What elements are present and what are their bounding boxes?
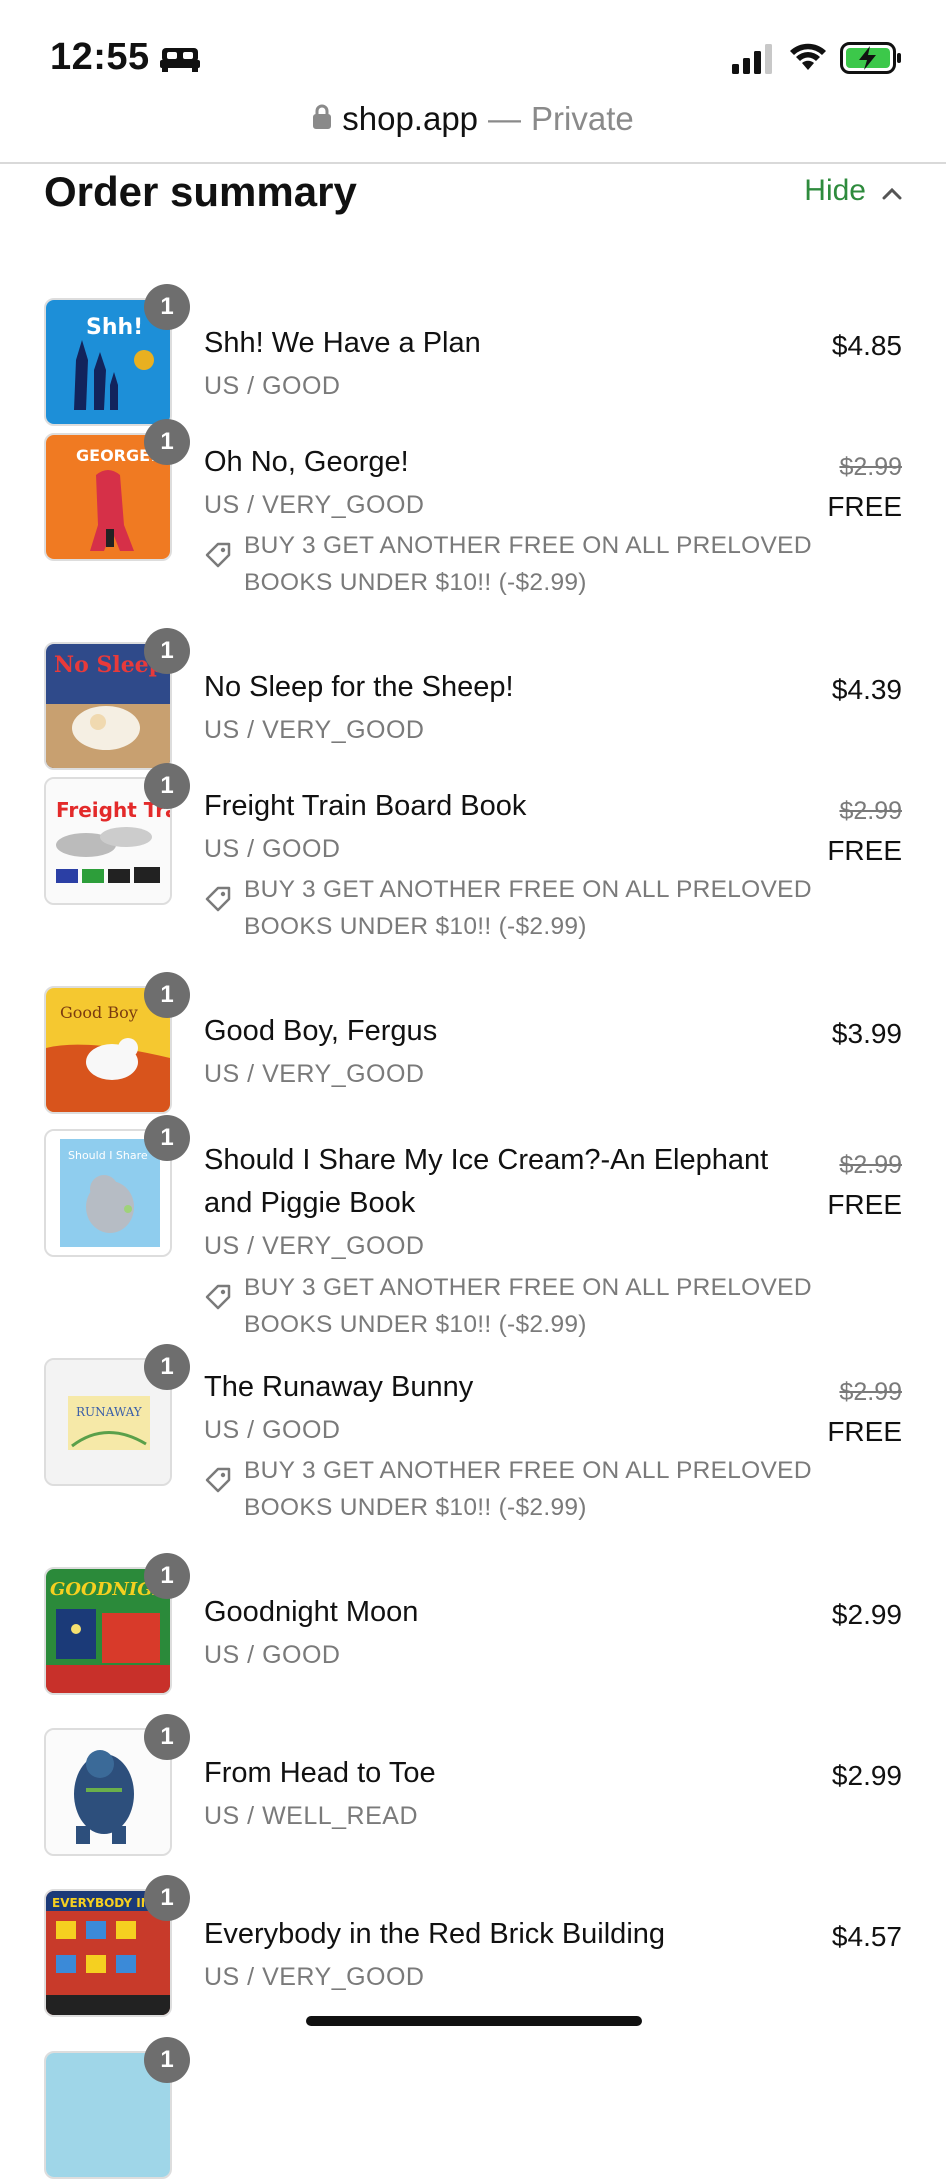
item-price: $2.99: [831, 1599, 902, 1630]
item-title: Oh No, George!: [204, 446, 409, 478]
item-title: Good Boy, Fergus: [204, 1015, 438, 1047]
header-divider: [0, 162, 946, 164]
home-indicator[interactable]: [306, 2016, 642, 2026]
item-variant: US / GOOD: [204, 1641, 341, 1669]
product-thumbnail: No Sleep 1: [44, 628, 190, 770]
discount-text: BUY 3 GET ANOTHER FREE ON ALL PRELOVED B…: [244, 532, 812, 596]
sleep-mode-icon: [160, 46, 200, 77]
url-host: shop.app: [342, 100, 479, 137]
cellular-signal-icon: [732, 44, 774, 79]
item-title: Goodnight Moon: [204, 1596, 419, 1628]
item-variant: US / VERY_GOOD: [204, 716, 425, 744]
product-thumbnail: EVERYBODY IN THE 1: [44, 1875, 190, 2017]
tag-icon: [204, 1466, 232, 1499]
quantity-badge: 1: [144, 2037, 190, 2083]
item-title: Should I Share My Ice Cream?-An Elephant…: [204, 1144, 769, 1219]
quantity-badge: 1: [144, 1714, 190, 1760]
product-thumbnail: Shh! 1: [44, 284, 190, 426]
item-variant: US / VERY_GOOD: [204, 1232, 425, 1260]
tag-icon: [204, 885, 232, 918]
item-variant: US / VERY_GOOD: [204, 1060, 425, 1088]
quantity-badge: 1: [144, 284, 190, 330]
item-original-price: $2.99: [839, 1378, 902, 1406]
quantity-badge: 1: [144, 763, 190, 809]
item-variant: US / GOOD: [204, 1416, 341, 1444]
product-thumbnail: Should I Share 1: [44, 1115, 190, 1257]
item-price: $3.99: [831, 1018, 902, 1049]
svg-text:Good Boy: Good Boy: [60, 1003, 138, 1022]
tag-icon: [204, 1283, 232, 1316]
lock-icon: [312, 100, 332, 138]
product-thumbnail: GOODNIGHT 1: [44, 1553, 190, 1695]
chevron-up-icon: [882, 174, 902, 208]
item-title: Shh! We Have a Plan: [204, 327, 481, 359]
item-original-price: $2.99: [839, 453, 902, 481]
item-price: $4.39: [831, 674, 902, 705]
item-price: FREE: [827, 1189, 902, 1220]
item-price: $4.57: [831, 1921, 902, 1952]
item-original-price: $2.99: [839, 1151, 902, 1179]
item-price: FREE: [827, 491, 902, 522]
svg-text:RUNAWAY: RUNAWAY: [76, 1405, 143, 1419]
product-thumbnail: 1: [44, 1714, 190, 1856]
item-original-price: $2.99: [839, 797, 902, 825]
product-thumbnail: GEORGE! 1: [44, 419, 190, 561]
product-thumbnail: Freight Train 1: [44, 763, 190, 905]
url-separator: —: [488, 100, 522, 137]
item-title: Freight Train Board Book: [204, 790, 527, 822]
quantity-badge: 1: [144, 1875, 190, 1921]
item-variant: US / VERY_GOOD: [204, 491, 425, 519]
item-price: FREE: [827, 835, 902, 866]
item-variant: US / GOOD: [204, 372, 341, 400]
tag-icon: [204, 541, 232, 574]
item-variant: US / GOOD: [204, 835, 341, 863]
item-price: $4.85: [831, 330, 902, 361]
status-time: 12:55: [50, 36, 150, 78]
product-thumbnail: Good Boy 1: [44, 972, 190, 1114]
item-price: FREE: [827, 1416, 902, 1447]
quantity-badge: 1: [144, 1115, 190, 1161]
quantity-badge: 1: [144, 1344, 190, 1390]
item-variant: US / WELL_READ: [204, 1802, 419, 1830]
hide-label: Hide: [804, 174, 866, 207]
quantity-badge: 1: [144, 1553, 190, 1599]
discount-text: BUY 3 GET ANOTHER FREE ON ALL PRELOVED B…: [244, 1274, 812, 1338]
order-summary-title: Order summary: [44, 168, 357, 215]
product-thumbnail: RUNAWAY 1: [44, 1344, 190, 1486]
item-price: $2.99: [831, 1760, 902, 1791]
item-title: The Runaway Bunny: [204, 1371, 474, 1403]
battery-charging-icon: [840, 42, 902, 79]
hide-summary-button[interactable]: Hide: [804, 174, 902, 208]
svg-text:Shh!: Shh!: [86, 315, 143, 340]
item-title: No Sleep for the Sheep!: [204, 671, 514, 703]
discount-text: BUY 3 GET ANOTHER FREE ON ALL PRELOVED B…: [244, 876, 812, 940]
item-title: Everybody in the Red Brick Building: [204, 1918, 666, 1950]
product-thumbnail: 1: [44, 2037, 190, 2179]
wifi-icon: [788, 40, 828, 77]
svg-text:Should I Share: Should I Share: [68, 1149, 148, 1162]
quantity-badge: 1: [144, 972, 190, 1018]
discount-text: BUY 3 GET ANOTHER FREE ON ALL PRELOVED B…: [244, 1457, 812, 1521]
quantity-badge: 1: [144, 419, 190, 465]
item-title: From Head to Toe: [204, 1757, 436, 1789]
item-variant: US / VERY_GOOD: [204, 1963, 425, 1991]
browser-url-bar[interactable]: shop.app — Private: [0, 100, 946, 162]
quantity-badge: 1: [144, 628, 190, 674]
private-mode-label: Private: [531, 100, 634, 137]
